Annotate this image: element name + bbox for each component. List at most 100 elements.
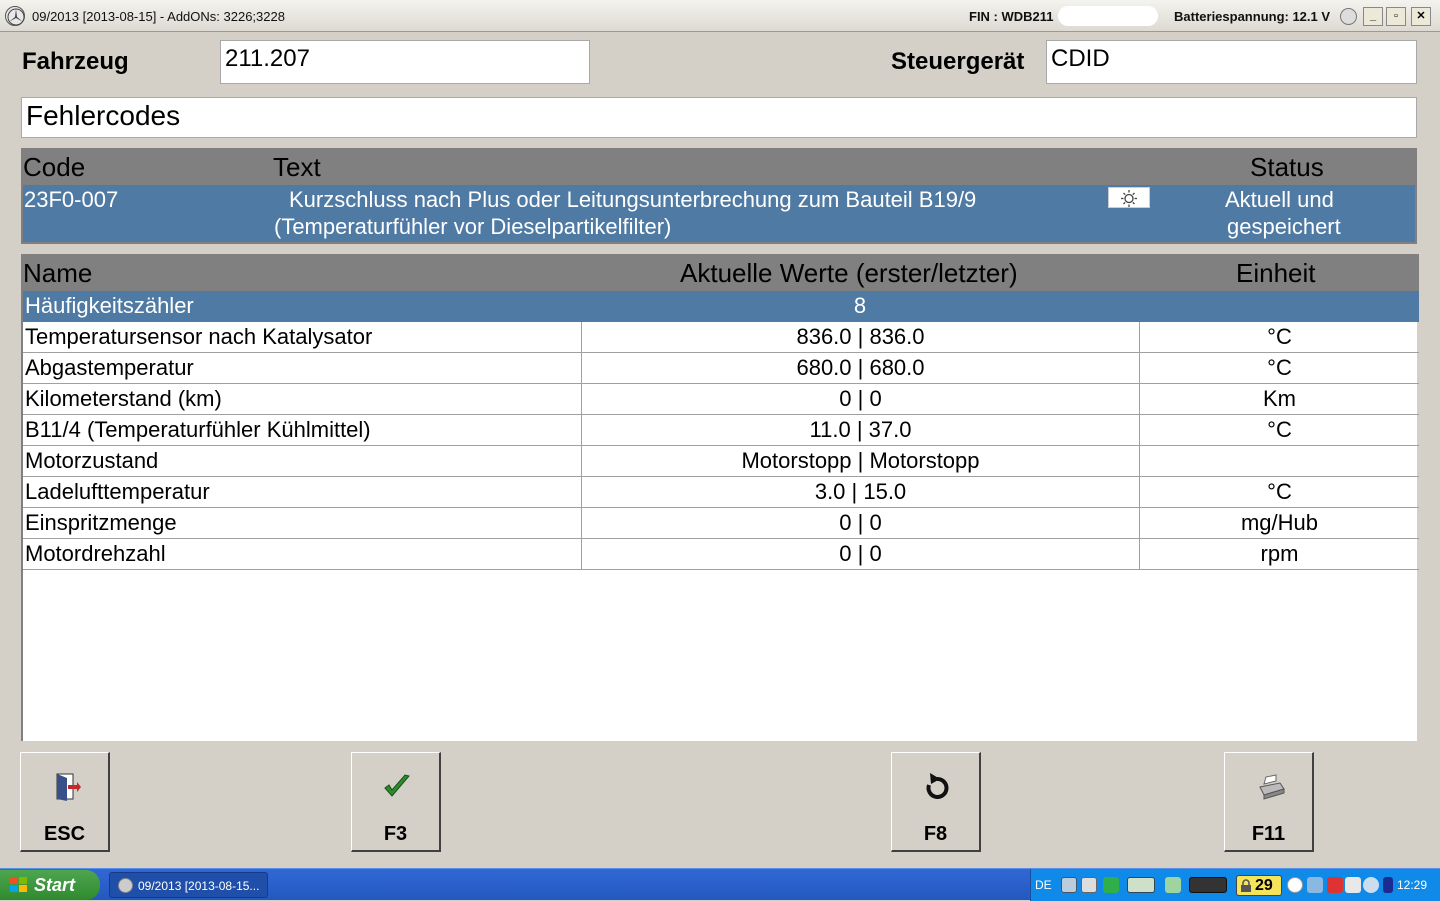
disconnected-icon[interactable] xyxy=(1327,877,1343,893)
row-unit xyxy=(1139,291,1419,321)
row-unit: rpm xyxy=(1139,539,1419,569)
star-logo-icon xyxy=(5,6,25,26)
column-name: Name xyxy=(23,258,93,288)
sync-icon[interactable] xyxy=(1103,877,1119,893)
row-unit xyxy=(1139,446,1419,476)
back-arrow-icon[interactable] xyxy=(1287,877,1303,893)
start-label: Start xyxy=(34,875,76,895)
table-row[interactable]: Ladelufttemperatur 3.0 | 15.0 °C xyxy=(23,477,1419,508)
start-button[interactable]: Start xyxy=(0,870,100,900)
esc-label: ESC xyxy=(43,823,86,845)
row-name: Kilometerstand (km) xyxy=(25,386,222,411)
minimize-button[interactable]: _ xyxy=(1363,7,1383,26)
refresh-icon xyxy=(921,771,953,803)
device-icon[interactable] xyxy=(1061,877,1077,893)
star-logo-icon xyxy=(118,878,133,893)
row-name: Häufigkeitszähler xyxy=(25,293,194,318)
row-unit: °C xyxy=(1139,353,1419,383)
f11-button[interactable]: F11 xyxy=(1224,752,1314,852)
battery-icon[interactable] xyxy=(1383,877,1393,893)
taskbar-item-diagnosis[interactable]: 09/2013 [2013-08-15... xyxy=(109,872,268,898)
window-title: 09/2013 [2013-08-15] - AddONs: 3226;3228 xyxy=(32,9,285,24)
table-row[interactable]: Motorzustand Motorstopp | Motorstopp xyxy=(23,446,1419,477)
row-value: 11.0 | 37.0 xyxy=(581,415,1139,445)
fault-row[interactable]: 23F0-007 Kurzschluss nach Plus oder Leit… xyxy=(21,185,1417,244)
f11-label: F11 xyxy=(1251,823,1286,845)
chart-icon[interactable] xyxy=(1165,877,1181,893)
fin-redaction xyxy=(1058,6,1158,26)
ecu-field: CDID xyxy=(1046,40,1417,84)
f8-button[interactable]: F8 xyxy=(891,752,981,852)
row-value: 3.0 | 15.0 xyxy=(581,477,1139,507)
row-unit: Km xyxy=(1139,384,1419,414)
monitor-icon[interactable] xyxy=(1345,877,1361,893)
row-name: Abgastemperatur xyxy=(25,355,194,380)
table-row[interactable]: Kilometerstand (km) 0 | 0 Km xyxy=(23,384,1419,415)
checkmark-icon xyxy=(381,771,413,803)
row-unit: °C xyxy=(1139,477,1419,507)
close-button[interactable]: ✕ xyxy=(1411,7,1431,26)
row-name: Motordrehzahl xyxy=(25,541,166,566)
clock: 12:29 xyxy=(1397,878,1428,892)
fault-code: 23F0-007 xyxy=(24,187,119,212)
row-unit: °C xyxy=(1139,415,1419,445)
language-indicator[interactable]: DE xyxy=(1035,878,1052,892)
main-panel: Fahrzeug 211.207 Steuergerät CDID Fehler… xyxy=(5,33,1435,865)
row-name: Motorzustand xyxy=(25,448,159,473)
printer-icon xyxy=(1254,771,1286,803)
row-value: 0 | 0 xyxy=(581,539,1139,569)
title-bar: 09/2013 [2013-08-15] - AddONs: 3226;3228… xyxy=(0,0,1440,32)
lock-count: 29 xyxy=(1255,877,1273,894)
values-table: Name Aktuelle Werte (erster/letzter) Ein… xyxy=(21,254,1419,741)
row-name: Temperatursensor nach Katalysator xyxy=(25,324,373,349)
maximize-button[interactable]: ▫ xyxy=(1386,7,1406,26)
table-row[interactable]: Temperatursensor nach Katalysator 836.0 … xyxy=(23,322,1419,353)
row-name: Einspritzmenge xyxy=(25,510,177,535)
vehicle-label: Fahrzeug xyxy=(22,48,129,75)
task-label: 09/2013 [2013-08-15... xyxy=(138,879,260,893)
row-name: B11/4 (Temperaturfühler Kühlmittel) xyxy=(25,417,371,442)
sun-icon xyxy=(1108,187,1150,208)
fault-status-line1: Aktuell und xyxy=(1225,187,1334,212)
diagnosis-tool-icon[interactable] xyxy=(1127,877,1155,893)
row-value: 0 | 0 xyxy=(581,508,1139,538)
fault-text-line2: (Temperaturfühler vor Dieselpartikelfilt… xyxy=(274,214,672,239)
battery-voltage: Batteriespannung: 12.1 V xyxy=(1174,9,1331,24)
row-unit: mg/Hub xyxy=(1139,508,1419,538)
f3-label: F3 xyxy=(383,823,408,845)
settings-icon[interactable] xyxy=(1363,877,1379,893)
section-title: Fehlercodes xyxy=(21,97,1417,138)
f8-label: F8 xyxy=(923,823,948,845)
multiplexer-icon[interactable] xyxy=(1189,877,1227,893)
lock-badge[interactable]: 29 xyxy=(1236,875,1282,896)
row-value: 836.0 | 836.0 xyxy=(581,322,1139,352)
taskbar: Start 09/2013 [2013-08-15... DE 29 12:29 xyxy=(0,868,1440,901)
table-row[interactable]: Motordrehzahl 0 | 0 rpm xyxy=(23,539,1419,570)
vehicle-field: 211.207 xyxy=(220,40,590,84)
wifi-icon[interactable] xyxy=(1307,877,1323,893)
row-unit: °C xyxy=(1139,322,1419,352)
exit-door-icon xyxy=(50,771,82,803)
f3-button[interactable]: F3 xyxy=(351,752,441,852)
fault-table-header: Code Text Status xyxy=(21,148,1417,185)
windows-flag-icon xyxy=(10,877,28,893)
column-status: Status xyxy=(1250,152,1324,182)
table-row[interactable]: Häufigkeitszähler 8 xyxy=(23,291,1419,322)
column-values: Aktuelle Werte (erster/letzter) xyxy=(680,258,1018,288)
fault-status-line2: gespeichert xyxy=(1227,214,1341,239)
row-name: Ladelufttemperatur xyxy=(25,479,210,504)
esc-button[interactable]: ESC xyxy=(20,752,110,852)
fin-label: FIN : WDB211 xyxy=(969,9,1054,24)
fault-text-line1: Kurzschluss nach Plus oder Leitungsunter… xyxy=(289,187,977,212)
column-text: Text xyxy=(273,152,321,182)
table-row[interactable]: B11/4 (Temperaturfühler Kühlmittel) 11.0… xyxy=(23,415,1419,446)
network-icon[interactable] xyxy=(1081,877,1097,893)
system-tray: DE 29 12:29 xyxy=(1030,869,1440,901)
row-value: 680.0 | 680.0 xyxy=(581,353,1139,383)
row-value: 8 xyxy=(853,293,867,318)
table-row[interactable]: Abgastemperatur 680.0 | 680.0 °C xyxy=(23,353,1419,384)
help-icon[interactable] xyxy=(1340,8,1357,25)
row-value: Motorstopp | Motorstopp xyxy=(581,446,1139,476)
values-table-header: Name Aktuelle Werte (erster/letzter) Ein… xyxy=(23,254,1419,291)
table-row[interactable]: Einspritzmenge 0 | 0 mg/Hub xyxy=(23,508,1419,539)
